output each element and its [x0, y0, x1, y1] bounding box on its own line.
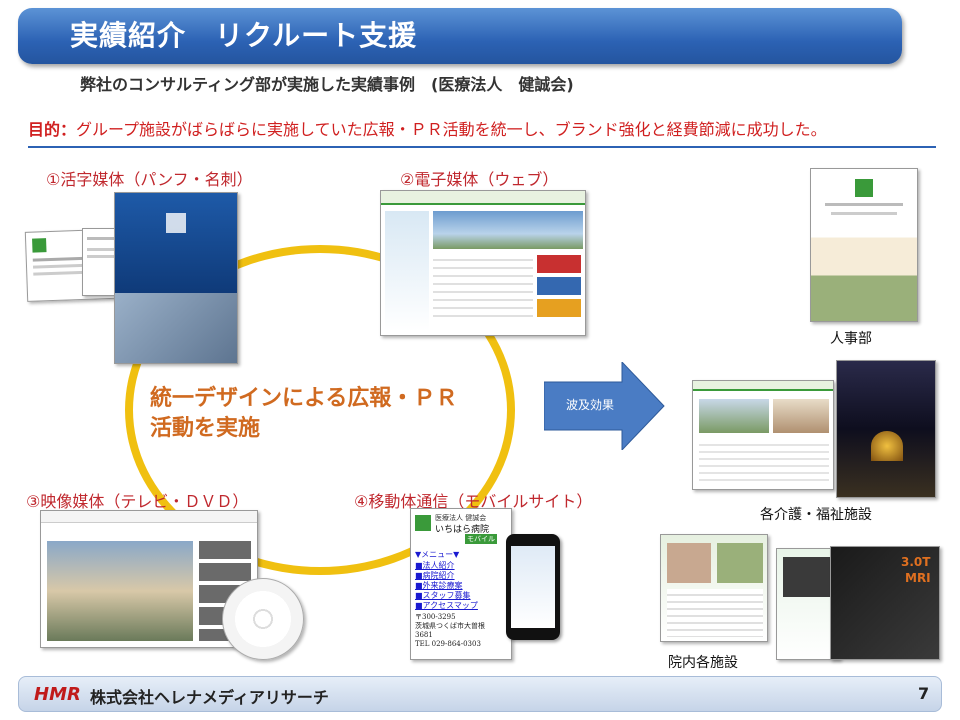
mri-heading: 3.0T: [901, 555, 931, 569]
page-number: 7: [918, 684, 930, 703]
mobile-zip: 〒300-3295: [415, 613, 456, 621]
page-subtitle: 弊社のコンサルティング部が実施した実績事例 (医療法人 健誠会): [80, 75, 574, 94]
cross-logo-icon: [415, 515, 431, 531]
mri-subheading: MRI: [905, 571, 931, 585]
caption-care: 各介護・福祉施設: [760, 507, 872, 523]
divider: [28, 146, 936, 148]
purpose-text: グループ施設がばらばらに実施していた広報・ＰＲ活動を統一し、ブランド強化と経費節…: [76, 120, 827, 139]
caption-internal: 院内各施設: [668, 655, 738, 671]
arrow-label: 波及効果: [566, 398, 615, 412]
center-line-2: 活動を実施: [150, 416, 261, 441]
mobile-menu-item[interactable]: ■スタッフ募集: [415, 591, 478, 601]
mri-brochure-image: 3.0T MRI: [830, 546, 940, 660]
hospital-pamphlet-image: [114, 192, 238, 364]
caption-hr: 人事部: [830, 331, 872, 347]
mobile-menu-title: ▼メニュー▼: [415, 550, 460, 559]
purpose-label: 目的：: [28, 120, 77, 139]
media-label-print: ①活字媒体（パンフ・名刺）: [46, 170, 253, 189]
care-facility-pamphlet-image: [836, 360, 936, 498]
mobile-menu: ■法人紹介 ■病院紹介 ■外来診療案 ■スタッフ募集 ■アクセスマップ: [415, 561, 478, 611]
dvd-disc-image: [222, 578, 304, 660]
company-logo: HMR: [34, 684, 81, 705]
website-screenshot: [380, 190, 586, 336]
center-message: 統一デザインによる広報・ＰＲ 活動を実施: [150, 384, 457, 444]
cross-logo-icon: [32, 238, 47, 253]
media-label-video: ③映像媒体（テレビ・ＤＶＤ）: [26, 492, 249, 511]
mobile-menu-item[interactable]: ■アクセスマップ: [415, 601, 478, 611]
mobile-menu-item[interactable]: ■病院紹介: [415, 571, 478, 581]
smartphone-image: [506, 534, 560, 640]
cross-logo-icon: [855, 179, 873, 197]
mobile-addr-1: 茨城県つくば市大曽根: [415, 622, 485, 630]
cross-logo-icon: [166, 213, 186, 233]
mobile-addr-2: 3681: [415, 631, 433, 639]
mobile-badge: モバイル: [465, 534, 497, 544]
media-label-web: ②電子媒体（ウェブ）: [400, 170, 559, 189]
footer-company: 株式会社ヘレナメディアリサーチ: [90, 688, 329, 707]
center-line-1: 統一デザインによる広報・ＰＲ: [150, 386, 458, 411]
mobile-menu-item[interactable]: ■外来診療案: [415, 581, 478, 591]
hr-pamphlet-image: [810, 168, 918, 322]
mobile-site-screenshot: 医療法人 健誠会 いちはら病院 モバイル ▼メニュー▼ ■法人紹介 ■病院紹介 …: [410, 508, 512, 660]
purpose-statement: 目的：グループ施設がばらばらに実施していた広報・ＰＲ活動を統一し、ブランド強化と…: [28, 116, 827, 140]
page-title: 実績紹介 リクルート支援: [70, 19, 418, 52]
mobile-tel: TEL 029-864-0303: [415, 640, 481, 648]
mobile-address: 〒300-3295 茨城県つくば市大曽根 3681 TEL 029-864-03…: [415, 613, 485, 649]
internal-facility-brochure-image: [660, 534, 768, 642]
care-facility-website-image: [692, 380, 834, 490]
mobile-menu-item[interactable]: ■法人紹介: [415, 561, 478, 571]
